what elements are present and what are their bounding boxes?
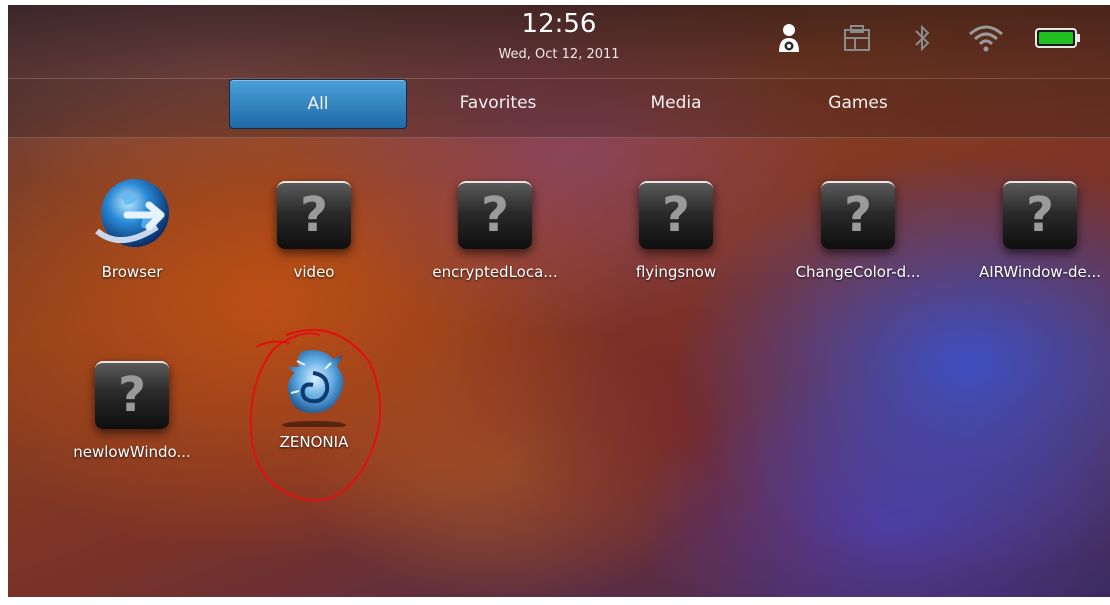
account-settings-icon[interactable]: [776, 21, 802, 55]
app-changecolor[interactable]: ? ChangeColor-d...: [768, 175, 948, 305]
tab-media[interactable]: Media: [588, 79, 764, 127]
tab-all[interactable]: All: [229, 79, 407, 129]
app-airwindow[interactable]: ? AIRWindow-de...: [950, 175, 1110, 305]
tab-bar: All Favorites Media Games: [8, 78, 1110, 138]
question-mark-icon: ?: [454, 175, 536, 257]
battery-icon[interactable]: [1034, 21, 1082, 55]
home-screen: 12:56 Wed, Oct 12, 2011 All Favorites Me…: [8, 5, 1110, 597]
globe-icon: [91, 175, 173, 257]
question-mark-icon: ?: [999, 175, 1081, 257]
app-flyingsnow[interactable]: ? flyingsnow: [586, 175, 766, 305]
app-label: ChangeColor-d...: [795, 263, 921, 281]
app-browser[interactable]: Browser: [42, 175, 222, 305]
clock[interactable]: 12:56: [8, 9, 1110, 39]
app-encryptedlocal[interactable]: ? encryptedLoca...: [405, 175, 585, 305]
wifi-icon[interactable]: [966, 21, 1006, 55]
app-label: ZENONIA: [279, 433, 349, 451]
question-mark-icon: ?: [635, 175, 717, 257]
app-label: video: [293, 263, 335, 281]
device-icon[interactable]: [840, 21, 874, 55]
app-label: Browser: [101, 263, 163, 281]
tab-favorites[interactable]: Favorites: [410, 79, 586, 127]
question-mark-icon: ?: [273, 175, 355, 257]
app-newlowwindow[interactable]: ? newlowWindo...: [42, 355, 222, 485]
app-zenonia[interactable]: ZENONIA: [224, 345, 404, 475]
status-bar: 12:56 Wed, Oct 12, 2011: [8, 5, 1110, 78]
tab-games[interactable]: Games: [770, 79, 946, 127]
app-video[interactable]: ? video: [224, 175, 404, 305]
app-label: AIRWindow-de...: [978, 263, 1102, 281]
question-mark-icon: ?: [817, 175, 899, 257]
app-label: encryptedLoca...: [432, 263, 558, 281]
date: Wed, Oct 12, 2011: [498, 47, 620, 62]
app-label: newlowWindo...: [73, 443, 191, 461]
dragon-icon: [273, 345, 355, 429]
app-label: flyingsnow: [635, 263, 717, 281]
question-mark-icon: ?: [91, 355, 173, 437]
bluetooth-icon[interactable]: [910, 21, 934, 55]
